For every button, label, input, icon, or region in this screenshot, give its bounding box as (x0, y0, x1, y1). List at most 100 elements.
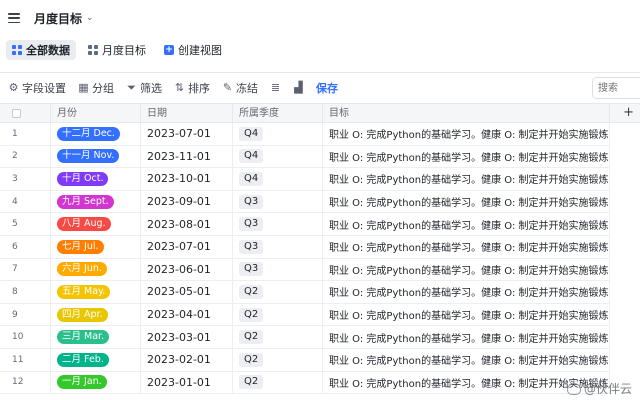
month-cell[interactable]: 九月 Sept. (51, 190, 141, 213)
table-row[interactable]: 5 八月 Aug. 2023-08-01 Q3 职业 O: 完成Python的基础学习。… (0, 213, 610, 236)
month-cell[interactable]: 四月 Apr. (51, 303, 141, 326)
menu-icon[interactable] (8, 13, 20, 23)
goal-cell[interactable]: 职业 O: 完成Python的基础学习。健康 O: 制定并开始实施锻炼计划。 (323, 145, 610, 168)
table-row[interactable]: 1 十二月 Dec. 2023-07-01 Q4 职业 O: 完成Python的基础学习… (0, 123, 610, 146)
quarter-tag: Q3 (239, 217, 264, 232)
month-tag: 一月 Jan. (57, 375, 107, 390)
quarter-tag: Q2 (239, 307, 264, 322)
date-cell[interactable]: 2023-07-01 (141, 123, 233, 145)
column-header-goal[interactable]: 目标 (323, 104, 610, 123)
group-button[interactable]: ▦ 分组 (78, 80, 114, 96)
month-tag: 五月 May. (57, 284, 111, 299)
row-number: 2 (0, 145, 51, 168)
chart-button[interactable]: ▟ (293, 81, 304, 94)
column-header-quarter[interactable]: 所属季度 (233, 104, 323, 123)
column-header-month[interactable]: 月份 (51, 104, 141, 123)
table-row[interactable]: 2 十一月 Nov. 2023-11-01 Q4 职业 O: 完成Python的基础学习… (0, 145, 610, 169)
quarter-tag: Q2 (239, 352, 264, 367)
watermark: @伙伴云 (566, 380, 632, 397)
date-cell[interactable]: 2023-03-01 (141, 326, 233, 348)
goal-cell[interactable]: 职业 O: 完成Python的基础学习。健康 O: 制定并开始实施锻炼计划。 (323, 281, 610, 303)
goal-cell[interactable]: 职业 O: 完成Python的基础学习。健康 O: 制定并开始实施锻炼计划。 (323, 168, 610, 190)
column-header-date[interactable]: 日期 (141, 104, 233, 123)
goal-cell[interactable]: 职业 O: 完成Python的基础学习。健康 O: 制定并开始实施锻炼计划。 (323, 236, 610, 258)
date-cell[interactable]: 2023-06-01 (141, 258, 233, 281)
filter-icon: ⏷ (127, 80, 136, 94)
month-cell[interactable]: 六月 Jun. (51, 258, 141, 281)
create-view-button[interactable]: + 创建视图 (158, 40, 228, 60)
group-label: 分组 (92, 81, 114, 95)
create-view-label: 创建视图 (178, 44, 222, 57)
date-cell[interactable]: 2023-10-01 (141, 168, 233, 190)
month-cell[interactable]: 十二月 Dec. (51, 123, 141, 145)
header-select-all[interactable] (0, 104, 51, 123)
date-cell[interactable]: 2023-02-01 (141, 349, 233, 371)
table-row[interactable]: 10 三月 Mar. 2023-03-01 Q2 职业 O: 完成Python的基础学习… (0, 326, 610, 349)
field-settings-button[interactable]: ⚙ 字段设置 (8, 80, 66, 96)
quarter-cell[interactable]: Q2 (233, 281, 323, 303)
view-tab-all-data[interactable]: 全部数据 (6, 40, 76, 60)
quarter-cell[interactable]: Q4 (233, 123, 323, 145)
view-tab-label: 全部数据 (26, 44, 70, 57)
view-tabs: 全部数据 月度目标 + 创建视图 (0, 38, 640, 62)
goal-cell[interactable]: 职业 O: 完成Python的基础学习。健康 O: 制定并开始实施锻炼计划。 (323, 123, 610, 145)
month-cell[interactable]: 八月 Aug. (51, 213, 141, 235)
goal-cell[interactable]: 职业 O: 完成Python的基础学习。健康 O: 制定并开始实施锻炼计划。 (323, 190, 610, 213)
month-cell[interactable]: 五月 May. (51, 281, 141, 303)
date-cell[interactable]: 2023-04-01 (141, 303, 233, 326)
date-cell[interactable]: 2023-11-01 (141, 145, 233, 168)
chart-icon: ▟ (294, 81, 303, 94)
quarter-tag: Q2 (239, 375, 264, 390)
select-all-checkbox[interactable] (12, 109, 21, 118)
quarter-cell[interactable]: Q4 (233, 168, 323, 190)
month-tag: 七月 Jul. (57, 239, 104, 254)
quarter-tag: Q4 (239, 149, 264, 164)
month-cell[interactable]: 二月 Feb. (51, 349, 141, 371)
quarter-cell[interactable]: Q3 (233, 258, 323, 281)
month-cell[interactable]: 十月 Oct. (51, 168, 141, 190)
sort-icon: ⇅ (174, 81, 185, 94)
month-cell[interactable]: 三月 Mar. (51, 326, 141, 348)
table-row[interactable]: 7 六月 Jun. 2023-06-01 Q3 职业 O: 完成Python的基础学习。… (0, 258, 610, 282)
goal-cell[interactable]: 职业 O: 完成Python的基础学习。健康 O: 制定并开始实施锻炼计划。 (323, 258, 610, 281)
month-cell[interactable]: 一月 Jan. (51, 371, 141, 394)
grid-icon (88, 45, 98, 55)
view-tab-monthly-goals[interactable]: 月度目标 (82, 40, 152, 60)
quarter-cell[interactable]: Q3 (233, 213, 323, 235)
quarter-cell[interactable]: Q3 (233, 236, 323, 258)
date-cell[interactable]: 2023-05-01 (141, 281, 233, 303)
goal-cell[interactable]: 职业 O: 完成Python的基础学习。健康 O: 制定并开始实施锻炼计划。 (323, 349, 610, 371)
quarter-cell[interactable]: Q4 (233, 145, 323, 168)
month-cell[interactable]: 七月 Jul. (51, 236, 141, 258)
quarter-cell[interactable]: Q2 (233, 326, 323, 348)
table-row[interactable]: 6 七月 Jul. 2023-07-01 Q3 职业 O: 完成Python的基础学习。… (0, 236, 610, 259)
quarter-cell[interactable]: Q2 (233, 371, 323, 394)
row-number: 7 (0, 258, 51, 281)
add-column-icon[interactable]: + (623, 104, 634, 122)
date-cell[interactable]: 2023-09-01 (141, 190, 233, 213)
table-row[interactable]: 3 十月 Oct. 2023-10-01 Q4 职业 O: 完成Python的基础学习。… (0, 168, 610, 191)
save-button[interactable]: 保存 (316, 80, 338, 96)
freeze-button[interactable]: ✎ 冻结 (222, 80, 258, 96)
filter-button[interactable]: ⏷ 筛选 (126, 80, 162, 96)
month-cell[interactable]: 十一月 Nov. (51, 145, 141, 168)
table-row[interactable]: 9 四月 Apr. 2023-04-01 Q2 职业 O: 完成Python的基础学习。… (0, 303, 610, 327)
sort-button[interactable]: ⇅ 排序 (174, 80, 210, 96)
table-title-dropdown[interactable]: 月度目标 ⌄ (34, 10, 94, 27)
table-row[interactable]: 8 五月 May. 2023-05-01 Q2 职业 O: 完成Python的基础学习。… (0, 281, 610, 304)
freeze-label: 冻结 (236, 81, 258, 95)
goal-cell[interactable]: 职业 O: 完成Python的基础学习。健康 O: 制定并开始实施锻炼计划。 (323, 326, 610, 348)
goal-cell[interactable]: 职业 O: 完成Python的基础学习。健康 O: 制定并开始实施锻炼计划。 (323, 303, 610, 326)
quarter-cell[interactable]: Q2 (233, 349, 323, 371)
table-row[interactable]: 4 九月 Sept. 2023-09-01 Q3 职业 O: 完成Python的基础学习… (0, 190, 610, 214)
date-cell[interactable]: 2023-07-01 (141, 236, 233, 258)
table-row[interactable]: 12 一月 Jan. 2023-01-01 Q2 职业 O: 完成Python的基础学习… (0, 371, 610, 395)
date-cell[interactable]: 2023-08-01 (141, 213, 233, 235)
quarter-cell[interactable]: Q2 (233, 303, 323, 326)
date-cell[interactable]: 2023-01-01 (141, 371, 233, 394)
row-height-button[interactable]: ≣ (270, 81, 281, 94)
search-input[interactable] (592, 77, 640, 99)
goal-cell[interactable]: 职业 O: 完成Python的基础学习。健康 O: 制定并开始实施锻炼计划。 (323, 213, 610, 235)
quarter-cell[interactable]: Q3 (233, 190, 323, 213)
table-row[interactable]: 11 二月 Feb. 2023-02-01 Q2 职业 O: 完成Python的基础学习… (0, 349, 610, 372)
